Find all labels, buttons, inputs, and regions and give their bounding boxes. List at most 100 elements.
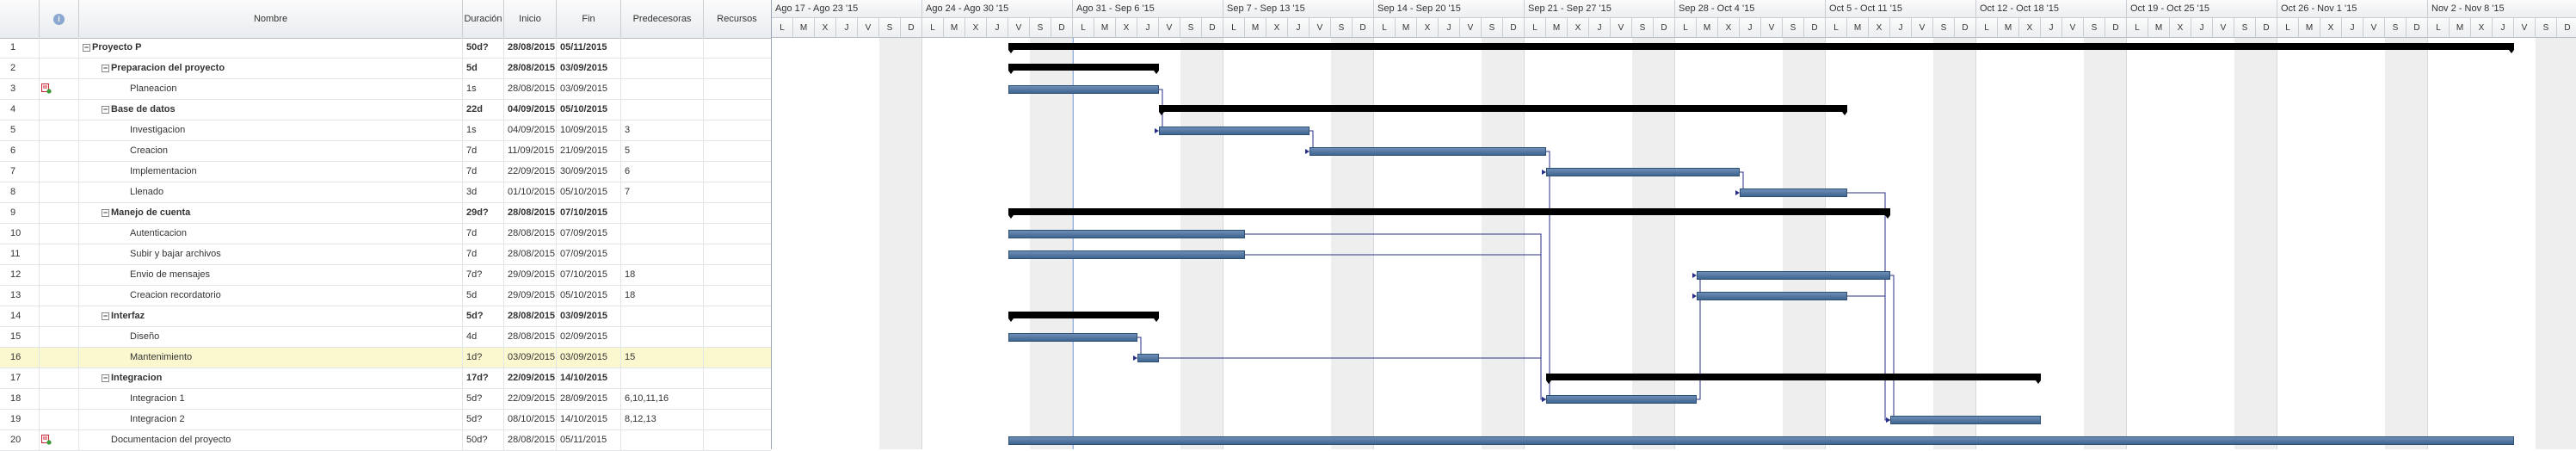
task-duration[interactable]: 7d?	[463, 265, 504, 285]
task-row[interactable]: 20 Documentacion del proyecto 50d? 28/08/20…	[0, 430, 771, 451]
task-predecessors[interactable]: 6	[621, 162, 704, 182]
summary-bar[interactable]	[1159, 105, 1847, 115]
task-predecessors[interactable]: 6,10,11,16	[621, 389, 704, 409]
task-resources[interactable]	[704, 182, 770, 202]
task-duration[interactable]: 5d?	[463, 306, 504, 326]
task-name-cell[interactable]: Llenado	[79, 182, 463, 202]
task-resources[interactable]	[704, 38, 770, 58]
task-finish[interactable]: 05/10/2015	[557, 100, 621, 120]
task-predecessors[interactable]: 18	[621, 286, 704, 306]
task-row[interactable]: 4− Base de datos 22d 04/09/2015 05/10/2015	[0, 100, 771, 120]
summary-bar[interactable]	[1008, 312, 1159, 322]
task-duration[interactable]: 7d	[463, 224, 504, 244]
task-finish[interactable]: 05/11/2015	[557, 430, 621, 450]
task-resources[interactable]	[704, 286, 770, 306]
task-finish[interactable]: 07/09/2015	[557, 244, 621, 264]
task-row[interactable]: 8 Llenado 3d 01/10/2015 05/10/2015 7	[0, 182, 771, 203]
task-resources[interactable]	[704, 79, 770, 99]
note-icon[interactable]	[41, 83, 52, 94]
column-header-info[interactable]: i	[40, 0, 79, 38]
task-start[interactable]: 28/08/2015	[504, 79, 557, 99]
task-resources[interactable]	[704, 389, 770, 409]
task-duration[interactable]: 29d?	[463, 203, 504, 223]
task-predecessors[interactable]: 15	[621, 348, 704, 368]
task-finish[interactable]: 28/09/2015	[557, 389, 621, 409]
task-bar[interactable]	[1137, 354, 1159, 362]
task-row[interactable]: 19 Integracion 2 5d? 08/10/2015 14/10/2015 8,…	[0, 410, 771, 430]
task-row[interactable]: 13 Creacion recordatorio 5d 29/09/2015 05/10…	[0, 286, 771, 306]
task-start[interactable]: 28/08/2015	[504, 306, 557, 326]
task-row[interactable]: 12 Envio de mensajes 7d? 29/09/2015 07/10/20…	[0, 265, 771, 286]
task-finish[interactable]: 03/09/2015	[557, 59, 621, 78]
task-duration[interactable]: 7d	[463, 244, 504, 264]
task-duration[interactable]: 7d	[463, 162, 504, 182]
task-finish[interactable]: 02/09/2015	[557, 327, 621, 347]
task-start[interactable]: 28/08/2015	[504, 203, 557, 223]
task-row[interactable]: 5 Investigacion 1s 04/09/2015 10/09/2015 3	[0, 120, 771, 141]
task-duration[interactable]: 1d?	[463, 348, 504, 368]
task-predecessors[interactable]: 7	[621, 182, 704, 202]
task-name-cell[interactable]: − Manejo de cuenta	[79, 203, 463, 223]
task-start[interactable]: 01/10/2015	[504, 182, 557, 202]
summary-bar[interactable]	[1008, 64, 1159, 74]
task-name-cell[interactable]: Creacion recordatorio	[79, 286, 463, 306]
task-duration[interactable]: 5d	[463, 59, 504, 78]
summary-bar[interactable]	[1546, 374, 2041, 384]
task-row[interactable]: 16 Mantenimiento 1d? 03/09/2015 03/09/2015 15	[0, 348, 771, 368]
task-row[interactable]: 18 Integracion 1 5d? 22/09/2015 28/09/2015 6,…	[0, 389, 771, 410]
task-finish[interactable]: 30/09/2015	[557, 162, 621, 182]
task-bar[interactable]	[1008, 250, 1245, 259]
task-predecessors[interactable]	[621, 224, 704, 244]
task-start[interactable]: 29/09/2015	[504, 265, 557, 285]
column-header-predecessors[interactable]: Predecesoras	[621, 0, 704, 38]
task-finish[interactable]: 21/09/2015	[557, 141, 621, 161]
task-finish[interactable]: 03/09/2015	[557, 348, 621, 368]
task-predecessors[interactable]	[621, 100, 704, 120]
task-resources[interactable]	[704, 327, 770, 347]
task-bar[interactable]	[1546, 168, 1740, 176]
task-start[interactable]: 28/08/2015	[504, 244, 557, 264]
task-bar[interactable]	[1008, 230, 1245, 238]
task-name-cell[interactable]: Investigacion	[79, 120, 463, 140]
task-resources[interactable]	[704, 100, 770, 120]
task-row[interactable]: 15 Diseño 4d 28/08/2015 02/09/2015	[0, 327, 771, 348]
task-duration[interactable]: 22d	[463, 100, 504, 120]
task-duration[interactable]: 50d?	[463, 430, 504, 450]
task-resources[interactable]	[704, 244, 770, 264]
task-predecessors[interactable]	[621, 38, 704, 58]
task-row[interactable]: 7 Implementacion 7d 22/09/2015 30/09/2015 6	[0, 162, 771, 182]
task-name-cell[interactable]: Autenticacion	[79, 224, 463, 244]
task-duration[interactable]: 7d	[463, 141, 504, 161]
task-predecessors[interactable]	[621, 59, 704, 78]
task-bar[interactable]	[1008, 436, 2514, 445]
column-header-rownum[interactable]	[0, 0, 40, 38]
collapse-toggle-icon[interactable]: −	[102, 105, 109, 114]
task-predecessors[interactable]: 5	[621, 141, 704, 161]
task-duration[interactable]: 3d	[463, 182, 504, 202]
task-start[interactable]: 28/08/2015	[504, 38, 557, 58]
task-row[interactable]: 1− Proyecto P 50d? 28/08/2015 05/11/2015	[0, 38, 771, 59]
task-row[interactable]: 14− Interfaz 5d? 28/08/2015 03/09/2015	[0, 306, 771, 327]
task-start[interactable]: 22/09/2015	[504, 162, 557, 182]
task-finish[interactable]: 14/10/2015	[557, 410, 621, 429]
column-header-resources[interactable]: Recursos	[704, 0, 770, 38]
task-bar[interactable]	[1697, 271, 1890, 280]
task-start[interactable]: 11/09/2015	[504, 141, 557, 161]
task-name-cell[interactable]: − Interfaz	[79, 306, 463, 326]
task-name-cell[interactable]: Diseño	[79, 327, 463, 347]
task-bar[interactable]	[1008, 333, 1137, 342]
collapse-toggle-icon[interactable]: −	[102, 374, 109, 382]
task-start[interactable]: 22/09/2015	[504, 368, 557, 388]
task-resources[interactable]	[704, 162, 770, 182]
column-header-start[interactable]: Inicio	[504, 0, 557, 38]
task-predecessors[interactable]	[621, 203, 704, 223]
task-predecessors[interactable]	[621, 327, 704, 347]
task-duration[interactable]: 4d	[463, 327, 504, 347]
task-resources[interactable]	[704, 430, 770, 450]
task-bar[interactable]	[1697, 292, 1847, 300]
task-name-cell[interactable]: Planeacion	[79, 79, 463, 99]
task-bar[interactable]	[1890, 416, 2041, 424]
collapse-toggle-icon[interactable]: −	[102, 64, 109, 72]
task-start[interactable]: 08/10/2015	[504, 410, 557, 429]
collapse-toggle-icon[interactable]: −	[102, 208, 109, 217]
